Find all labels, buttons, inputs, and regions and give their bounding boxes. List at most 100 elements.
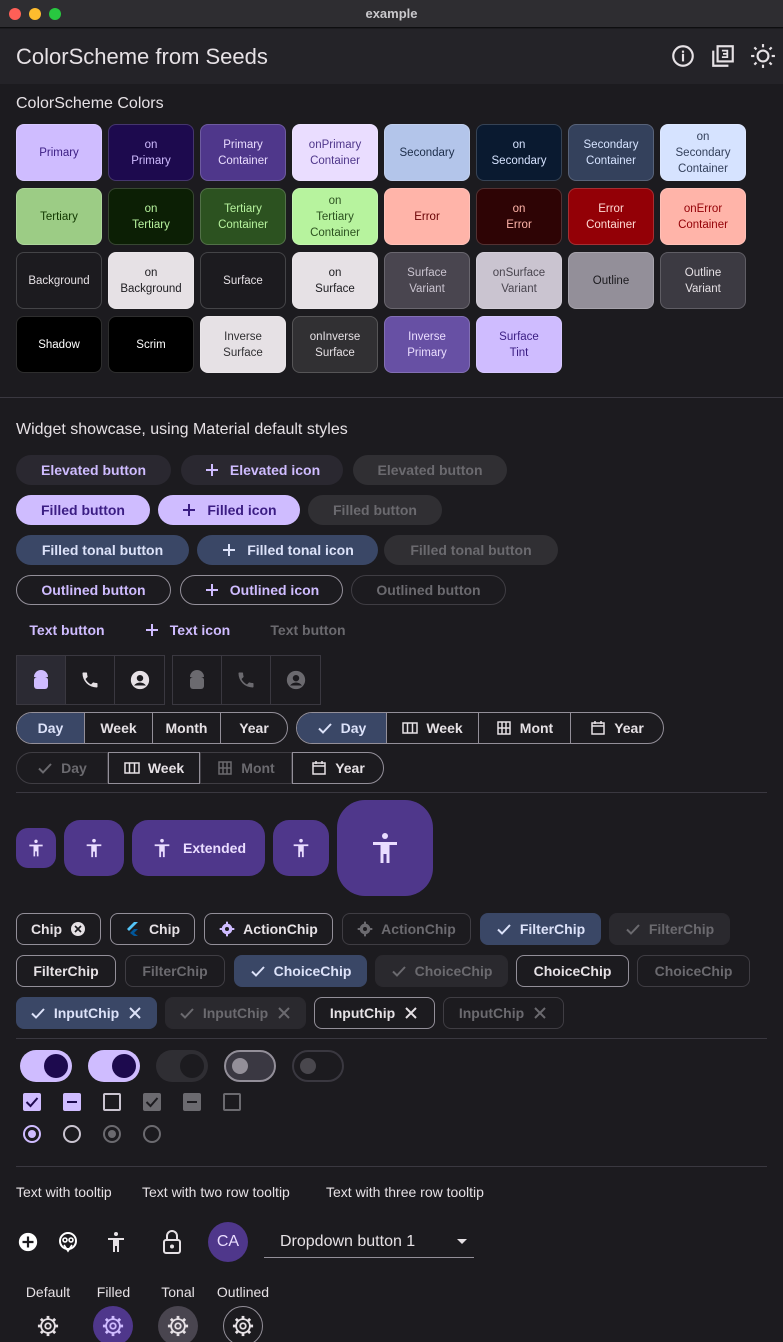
toggle-phone[interactable] (66, 656, 115, 704)
icon-button-default[interactable] (28, 1306, 68, 1342)
small-fab[interactable] (16, 828, 56, 868)
filled-button-disabled[interactable]: Filled button (308, 495, 442, 525)
radio-selected[interactable] (23, 1125, 41, 1143)
filled-button[interactable]: Filled button (16, 495, 150, 525)
switch-on-icon[interactable] (88, 1050, 140, 1082)
close-icon[interactable] (532, 1005, 548, 1021)
outlined-icon-button[interactable]: Outlined icon (180, 575, 343, 605)
icon-button-tonal[interactable] (158, 1306, 198, 1342)
outlined-icon-label: Outlined icon (229, 582, 320, 598)
checkbox-checked[interactable] (23, 1093, 41, 1111)
text-button-disabled[interactable]: Text button (256, 615, 360, 645)
action-chip-disabled[interactable]: ActionChip (342, 913, 471, 945)
switch-on-disabled[interactable] (156, 1050, 208, 1082)
color-tile: Scrim (108, 316, 194, 373)
radio-unselected[interactable] (63, 1125, 81, 1143)
input-chip-selected[interactable]: InputChip (16, 997, 157, 1029)
add-circle-icon[interactable] (17, 1231, 39, 1253)
elevated-icon-button[interactable]: Elevated icon (181, 455, 343, 485)
input-chip-selected-disabled[interactable]: InputChip (165, 997, 306, 1029)
filled-tonal-icon-button[interactable]: Filled tonal icon (197, 535, 378, 565)
segment-day[interactable]: Day (17, 713, 85, 743)
switch-on[interactable] (20, 1050, 72, 1082)
segment-week-icon[interactable]: Week (387, 713, 479, 743)
fab-2[interactable] (273, 820, 329, 876)
filled-tonal-button[interactable]: Filled tonal button (16, 535, 189, 565)
segment-day-icon[interactable]: Day (297, 713, 387, 743)
toggle-android-disabled[interactable] (173, 656, 222, 704)
segment-year[interactable]: Year (221, 713, 287, 743)
chip-label: InputChip (458, 1005, 525, 1021)
switch-off-disabled[interactable] (292, 1050, 344, 1082)
cancel-icon[interactable] (70, 921, 86, 937)
accessibility-icon[interactable] (104, 1230, 128, 1254)
filter-chip-disabled[interactable]: FilterChip (125, 955, 225, 987)
segment-year-selected[interactable]: Year (292, 752, 384, 784)
radio-unselected-disabled[interactable] (143, 1125, 161, 1143)
icon-button-outlined[interactable] (223, 1306, 263, 1342)
checkbox-indeterminate[interactable] (63, 1093, 81, 1111)
radio-dot (108, 1130, 116, 1138)
close-icon[interactable] (403, 1005, 419, 1021)
toggle-account-disabled[interactable] (271, 656, 320, 704)
extended-fab[interactable]: Extended (132, 820, 265, 876)
filled-icon-button[interactable]: Filled icon (158, 495, 300, 525)
segment-day-disabled[interactable]: Day (16, 752, 108, 784)
filter-chip[interactable]: FilterChip (16, 955, 116, 987)
input-chip[interactable]: InputChip (314, 997, 435, 1029)
choice-chip-selected[interactable]: ChoiceChip (234, 955, 367, 987)
toggle-android[interactable] (17, 656, 66, 704)
face-mask-icon[interactable] (56, 1230, 80, 1254)
choice-chip-selected-disabled[interactable]: ChoiceChip (375, 955, 508, 987)
close-icon[interactable] (127, 1005, 143, 1021)
checkbox-unchecked[interactable] (103, 1093, 121, 1111)
input-chip-disabled[interactable]: InputChip (443, 997, 564, 1029)
android-icon (34, 670, 48, 689)
choice-chip-disabled[interactable]: ChoiceChip (637, 955, 750, 987)
text-icon-button[interactable]: Text icon (132, 615, 242, 645)
checkbox-unchecked-disabled[interactable] (223, 1093, 241, 1111)
window-title: example (365, 6, 418, 21)
brightness-icon[interactable] (750, 43, 776, 69)
chip-with-delete[interactable]: Chip (16, 913, 101, 945)
switch-off[interactable] (224, 1050, 276, 1082)
filter-chip-selected[interactable]: FilterChip (480, 913, 601, 945)
checkbox-checked-disabled[interactable] (143, 1093, 161, 1111)
icon-button-filled[interactable] (93, 1306, 133, 1342)
segment-year-icon[interactable]: Year (571, 713, 663, 743)
tooltip-text-1[interactable]: Text with tooltip (16, 1184, 112, 1200)
color-tile: on Tertiary (108, 188, 194, 245)
segment-week[interactable]: Week (85, 713, 153, 743)
color-tile: on Tertiary Container (292, 188, 378, 245)
filter-3-icon[interactable] (710, 43, 736, 69)
outlined-button[interactable]: Outlined button (16, 575, 171, 605)
info-icon[interactable] (670, 43, 696, 69)
action-chip[interactable]: ActionChip (204, 913, 333, 945)
fab[interactable] (64, 820, 124, 876)
choice-chip[interactable]: ChoiceChip (516, 955, 629, 987)
radio-selected-disabled[interactable] (103, 1125, 121, 1143)
text-button[interactable]: Text button (16, 615, 118, 645)
toggle-account[interactable] (115, 656, 164, 704)
color-tile: Inverse Primary (384, 316, 470, 373)
large-fab[interactable] (337, 800, 433, 896)
segment-week-selected[interactable]: Week (108, 752, 200, 784)
elevated-button-disabled[interactable]: Elevated button (353, 455, 507, 485)
outlined-button-disabled[interactable]: Outlined button (351, 575, 506, 605)
close-icon[interactable] (276, 1005, 292, 1021)
toggle-buttons-disabled (172, 655, 321, 705)
checkbox-indeterminate-disabled[interactable] (183, 1093, 201, 1111)
filled-tonal-button-disabled[interactable]: Filled tonal button (384, 535, 558, 565)
chip-with-avatar[interactable]: Chip (110, 913, 195, 945)
lock-icon[interactable] (160, 1229, 184, 1255)
dropdown-button[interactable]: Dropdown button 1 (264, 1226, 474, 1258)
elevated-button[interactable]: Elevated button (16, 455, 171, 485)
segment-month-disabled[interactable]: Mont (200, 752, 292, 784)
toggle-phone-disabled[interactable] (222, 656, 271, 704)
segment-month-icon[interactable]: Mont (479, 713, 571, 743)
tooltip-text-2[interactable]: Text with two row tooltip (142, 1184, 290, 1200)
tooltip-text-3[interactable]: Text with three row tooltip (326, 1184, 484, 1200)
view-module-icon (497, 721, 511, 735)
filter-chip-selected-disabled[interactable]: FilterChip (609, 913, 730, 945)
segment-month[interactable]: Month (153, 713, 221, 743)
